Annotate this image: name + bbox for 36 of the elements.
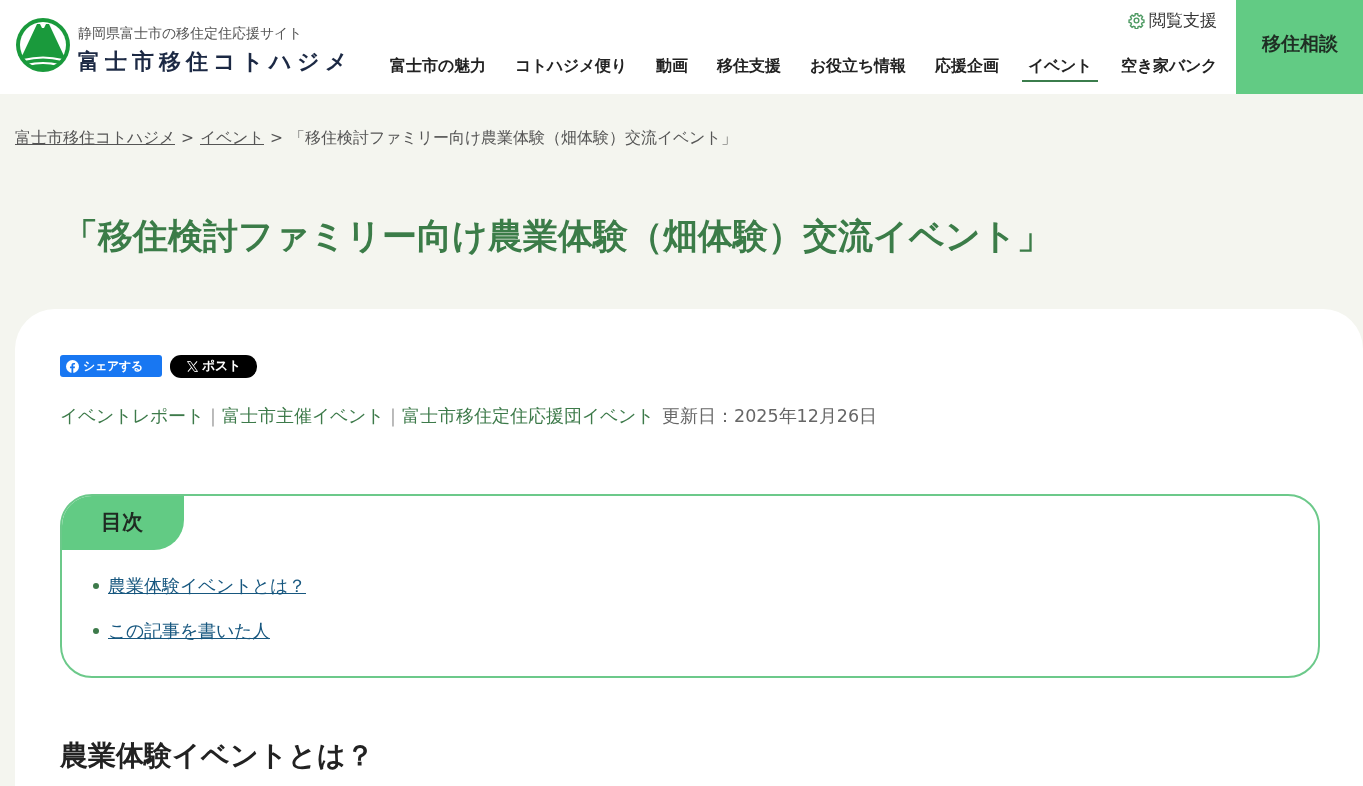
category-link[interactable]: 富士市移住定住応援団イベント [402, 406, 654, 426]
consult-button[interactable]: 移住相談 [1236, 0, 1363, 94]
breadcrumb-current: 「移住検討ファミリー向け農業体験（畑体験）交流イベント」 [289, 129, 737, 147]
bullet-icon [93, 627, 99, 634]
nav-link[interactable]: コトハジメ便り [509, 54, 633, 82]
gear-icon [1128, 11, 1145, 29]
breadcrumb-link[interactable]: イベント [200, 129, 264, 147]
facebook-share-button[interactable]: シェアする [60, 355, 162, 377]
category-separator: ｜ [384, 406, 402, 426]
bullet-icon [93, 582, 99, 589]
section-heading: 農業体験イベントとは？ [60, 738, 375, 774]
category-link[interactable]: イベントレポート [60, 406, 204, 426]
nav-link[interactable]: 富士市の魅力 [384, 54, 492, 82]
breadcrumb-separator: > [181, 129, 194, 147]
breadcrumb-link[interactable]: 富士市移住コトハジメ [15, 129, 175, 147]
toc-link[interactable]: 農業体験イベントとは？ [108, 573, 306, 598]
category-link[interactable]: 富士市主催イベント [222, 406, 384, 426]
nav-link[interactable]: 空き家バンク [1115, 54, 1223, 82]
x-logo-icon [186, 361, 198, 372]
accessibility-link[interactable]: 閲覧支援 [1128, 8, 1217, 32]
nav-link[interactable]: 動画 [650, 54, 694, 82]
toc-title: 目次 [62, 496, 184, 550]
category-separator: ｜ [204, 406, 222, 426]
x-post-button[interactable]: ポスト [170, 355, 257, 378]
nav-link[interactable]: お役立ち情報 [804, 54, 912, 82]
page-title: 「移住検討ファミリー向け農業体験（畑体験）交流イベント」 [62, 215, 1053, 258]
nav-link[interactable]: イベント [1022, 54, 1098, 82]
nav-link[interactable]: 移住支援 [711, 54, 787, 82]
nav-link[interactable]: 応援企画 [929, 54, 1005, 82]
site-logo-text[interactable]: 富士市移住コトハジメ [78, 46, 353, 76]
toc-link[interactable]: この記事を書いた人 [108, 618, 270, 643]
logo-icon [16, 18, 70, 72]
breadcrumb-separator: > [270, 129, 283, 147]
facebook-logo-icon [66, 359, 79, 373]
updated-date: 更新日：2025年12月26日 [662, 406, 878, 426]
site-tagline: 静岡県富士市の移住定住応援サイト [78, 24, 303, 43]
